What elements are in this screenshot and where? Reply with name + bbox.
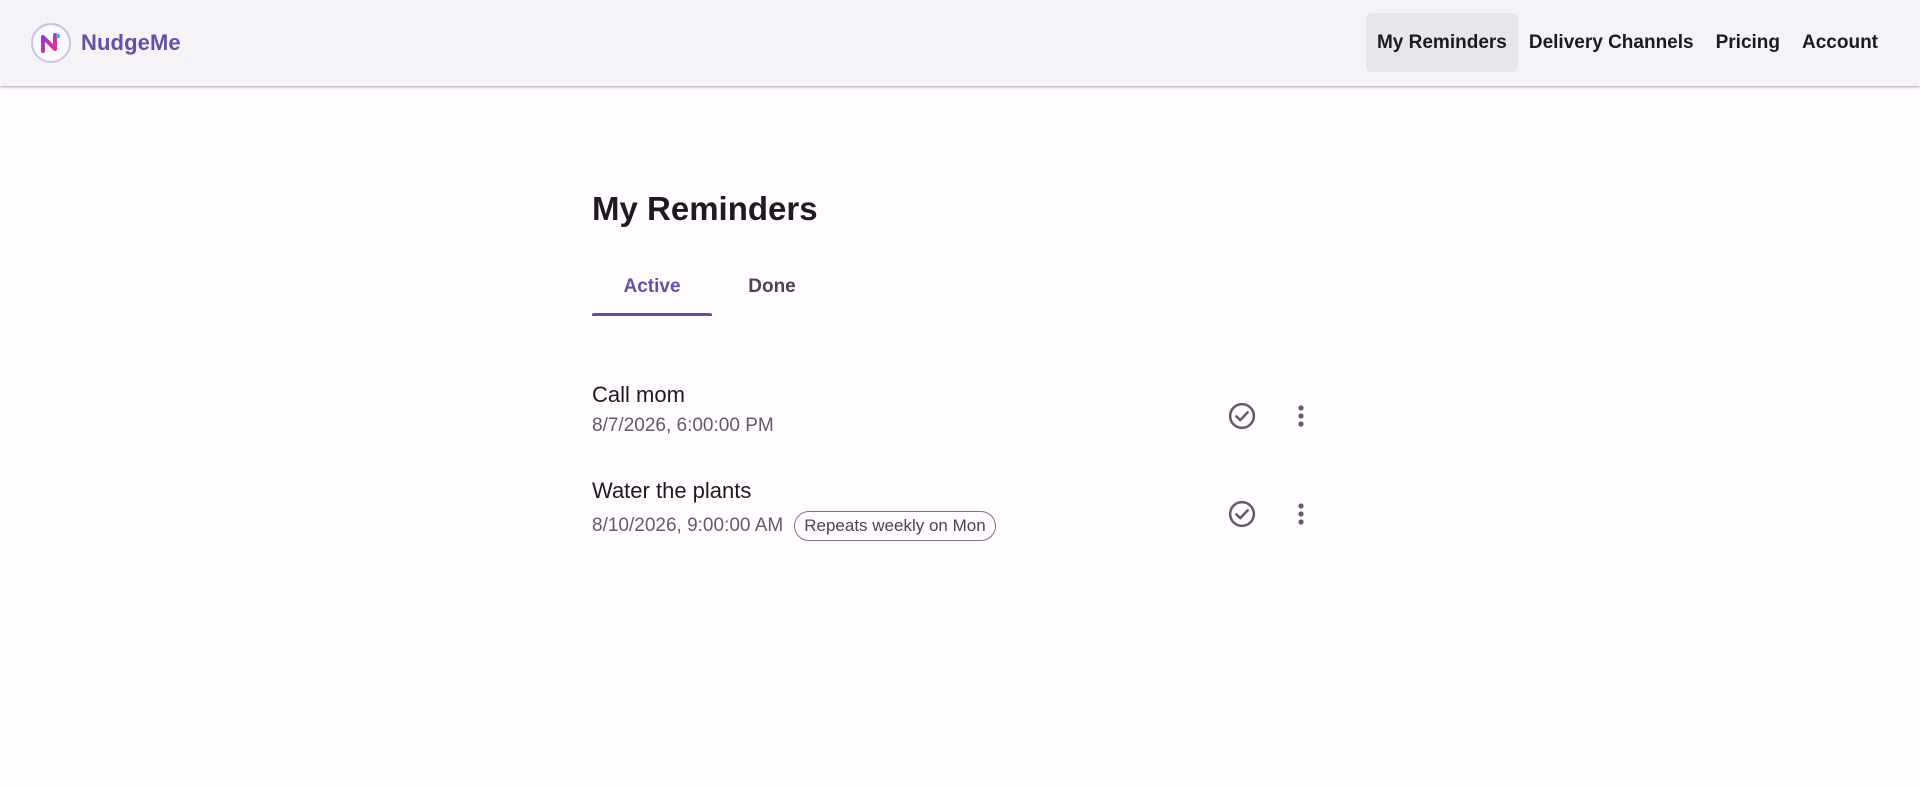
nav-my-reminders[interactable]: My Reminders [1365,13,1518,72]
repeat-badge: Repeats weekly on Mon [794,511,996,541]
reminder-title: Call mom [592,382,685,407]
app-name: NudgeMe [81,30,181,55]
check-circle-icon [1228,500,1256,528]
brand[interactable]: NudgeMe [31,22,181,64]
mark-done-button[interactable] [1222,396,1262,436]
reminder-menu-button[interactable] [1281,396,1321,436]
page-title: My Reminders [592,190,818,227]
reminder-datetime: 8/7/2026, 6:00:00 PM [592,415,774,436]
list-item[interactable]: Water the plants 8/10/2026, 9:00:00 AM R… [592,478,1322,548]
reminder-meta: 8/7/2026, 6:00:00 PM [592,415,774,437]
app-bar: NudgeMe My Reminders Delivery Channels P… [0,0,1920,86]
reminder-meta: 8/10/2026, 9:00:00 AM Repeats weekly on … [592,511,996,541]
nav-account[interactable]: Account [1791,13,1889,72]
more-vert-icon [1298,503,1304,525]
check-circle-icon [1228,402,1256,430]
nav-pricing[interactable]: Pricing [1705,13,1791,72]
more-vert-icon [1298,405,1304,427]
tab-active[interactable]: Active [592,266,712,316]
tab-done[interactable]: Done [712,266,832,316]
reminder-title: Water the plants [592,478,752,503]
nav-delivery-channels[interactable]: Delivery Channels [1518,13,1705,72]
nudgeme-logo-icon [31,23,71,63]
reminder-tabs: Active Done [592,266,832,316]
reminder-datetime: 8/10/2026, 9:00:00 AM [592,515,784,536]
top-nav: My Reminders Delivery Channels Pricing A… [1365,13,1889,72]
mark-done-button[interactable] [1222,494,1262,534]
list-item[interactable]: Call mom 8/7/2026, 6:00:00 PM [592,382,1322,452]
reminder-menu-button[interactable] [1281,494,1321,534]
